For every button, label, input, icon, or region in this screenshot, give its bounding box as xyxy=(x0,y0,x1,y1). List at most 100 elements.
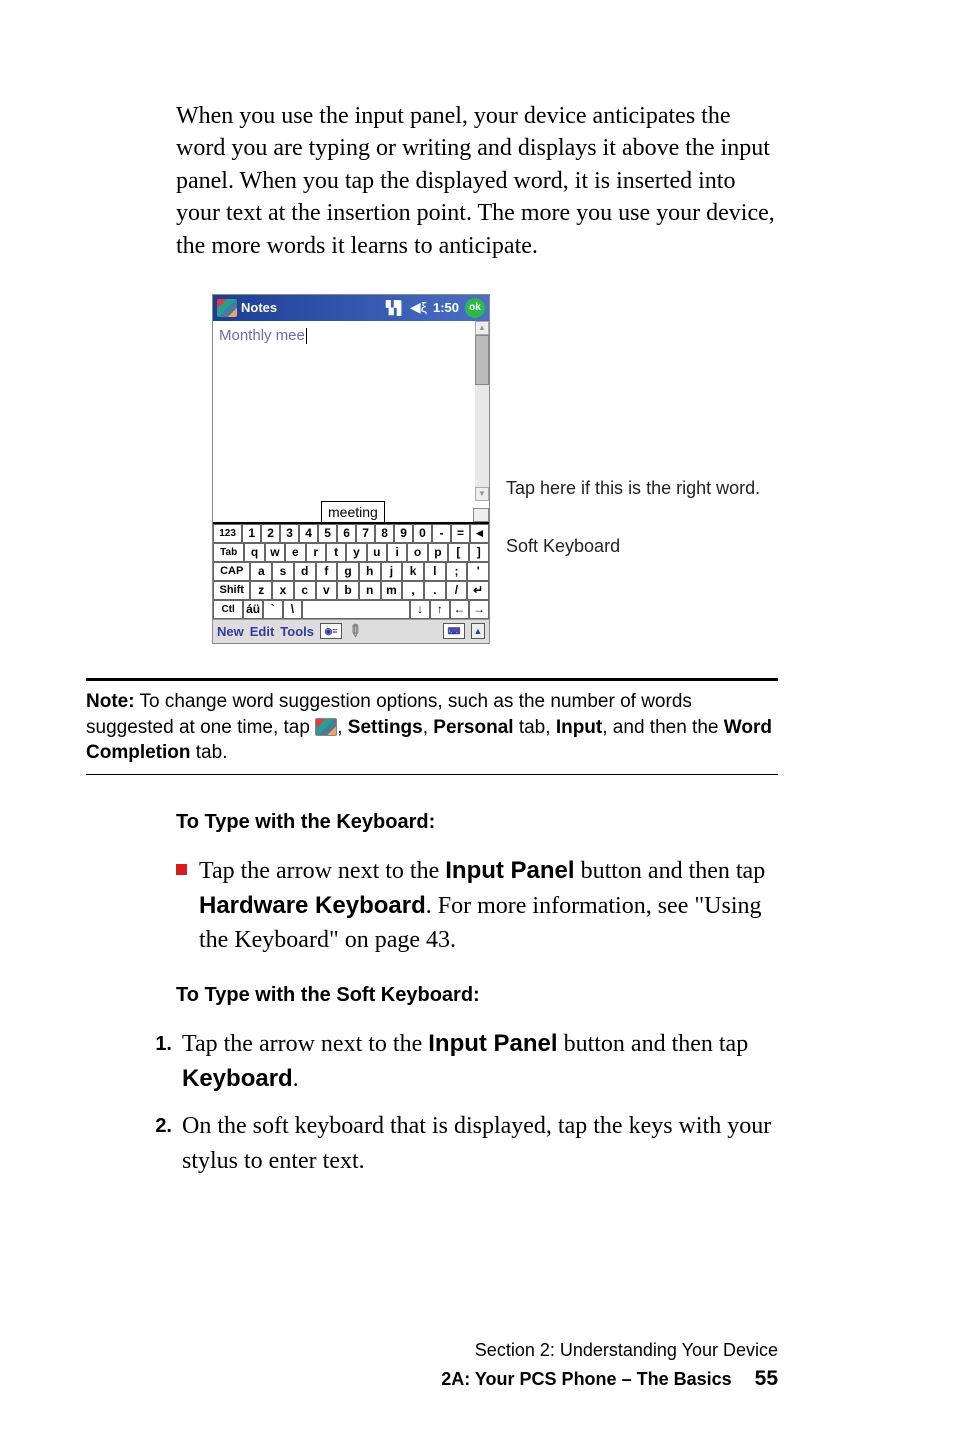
kb-d[interactable]: d xyxy=(294,562,316,581)
kb-eq[interactable]: = xyxy=(451,524,470,543)
bullet-item: Tap the arrow next to the Input Panel bu… xyxy=(176,854,778,958)
menu-new[interactable]: New xyxy=(217,624,244,639)
kb-cap[interactable]: CAP xyxy=(213,562,250,581)
scroll-thumb[interactable] xyxy=(475,335,489,385)
recording-icon[interactable]: ◉≡ xyxy=(320,623,342,639)
kb-123[interactable]: 123 xyxy=(213,524,242,543)
menu-tools[interactable]: Tools xyxy=(280,624,314,639)
kb-down[interactable]: ↓ xyxy=(410,600,430,619)
speaker-icon: ◀ξ xyxy=(410,299,427,316)
kb-l[interactable]: l xyxy=(424,562,446,581)
scroll-down-icon[interactable]: ▼ xyxy=(475,487,489,501)
note-block: Note: To change word suggestion options,… xyxy=(86,668,778,785)
title-bar: Notes ▝▞▌ ◀ξ 1:50 ok xyxy=(213,295,489,321)
step-2: 2. On the soft keyboard that is displaye… xyxy=(152,1109,778,1179)
kb-dash[interactable]: - xyxy=(432,524,451,543)
kb-accent[interactable]: áü xyxy=(243,600,263,619)
kb-y[interactable]: y xyxy=(346,543,366,562)
kb-g[interactable]: g xyxy=(337,562,359,581)
kb-backspace[interactable]: ◄ xyxy=(470,524,489,543)
kb-semi[interactable]: ; xyxy=(446,562,468,581)
soft-keyboard[interactable]: 123 1 2 3 4 5 6 7 8 9 0 - = ◄ Tab xyxy=(213,523,489,619)
kb-u[interactable]: u xyxy=(367,543,387,562)
kb-a[interactable]: a xyxy=(250,562,272,581)
footer-subsection: 2A: Your PCS Phone – The Basics xyxy=(441,1369,731,1389)
kb-6[interactable]: 6 xyxy=(337,524,356,543)
kb-space[interactable] xyxy=(302,600,410,619)
kb-x[interactable]: x xyxy=(272,581,294,600)
kb-v[interactable]: v xyxy=(316,581,338,600)
callout-soft-keyboard: Soft Keyboard xyxy=(506,534,620,558)
kb-w[interactable]: w xyxy=(265,543,285,562)
ok-button[interactable]: ok xyxy=(465,298,485,318)
suggestion-handle[interactable] xyxy=(473,508,489,522)
menu-edit[interactable]: Edit xyxy=(250,624,275,639)
kb-lbracket[interactable]: [ xyxy=(448,543,468,562)
start-flag-icon[interactable] xyxy=(217,299,237,317)
kb-5[interactable]: 5 xyxy=(318,524,337,543)
kb-backtick[interactable]: ` xyxy=(263,600,283,619)
kb-9[interactable]: 9 xyxy=(394,524,413,543)
kb-4[interactable]: 4 xyxy=(299,524,318,543)
signal-icon: ▝▞▌ xyxy=(381,300,404,316)
kb-h[interactable]: h xyxy=(359,562,381,581)
kb-e[interactable]: e xyxy=(285,543,305,562)
kb-shift[interactable]: Shift xyxy=(213,581,250,600)
kb-o[interactable]: o xyxy=(407,543,427,562)
kb-period[interactable]: . xyxy=(424,581,446,600)
note-settings: Settings xyxy=(348,717,423,738)
pen-icon[interactable]: ✎ xyxy=(343,620,367,644)
kb-1[interactable]: 1 xyxy=(242,524,261,543)
kb-right[interactable]: → xyxy=(469,600,489,619)
label-input-panel: Input Panel xyxy=(445,857,574,884)
heading-keyboard: To Type with the Keyboard: xyxy=(176,811,778,834)
kb-slash[interactable]: / xyxy=(446,581,468,600)
kb-b[interactable]: b xyxy=(337,581,359,600)
kb-quote[interactable]: ' xyxy=(467,562,489,581)
kb-comma[interactable]: , xyxy=(402,581,424,600)
start-flag-inline-icon xyxy=(315,718,337,736)
step-1: 1. Tap the arrow next to the Input Panel… xyxy=(152,1027,778,1097)
kb-8[interactable]: 8 xyxy=(375,524,394,543)
typed-text: Monthly mee xyxy=(219,327,305,344)
kb-7[interactable]: 7 xyxy=(356,524,375,543)
kb-r[interactable]: r xyxy=(306,543,326,562)
input-panel-icon[interactable]: ⌨ xyxy=(443,623,465,639)
kb-n[interactable]: n xyxy=(359,581,381,600)
note-divider-bottom xyxy=(86,774,778,775)
input-panel-arrow[interactable]: ▲ xyxy=(471,623,485,639)
step-2-number: 2. xyxy=(152,1109,172,1179)
kb-z[interactable]: z xyxy=(250,581,272,600)
kb-rbracket[interactable]: ] xyxy=(469,543,489,562)
scroll-up-icon[interactable]: ▲ xyxy=(475,321,489,335)
heading-soft-keyboard: To Type with the Soft Keyboard: xyxy=(176,984,778,1007)
scrollbar[interactable]: ▲ ▼ xyxy=(475,321,489,501)
note-area[interactable]: Monthly mee ▲ ▼ xyxy=(213,321,489,501)
label-hardware-keyboard: Hardware Keyboard xyxy=(199,892,426,919)
kb-tab[interactable]: Tab xyxy=(213,543,244,562)
kb-3[interactable]: 3 xyxy=(280,524,299,543)
kb-up[interactable]: ↑ xyxy=(430,600,450,619)
kb-f[interactable]: f xyxy=(316,562,338,581)
kb-enter[interactable]: ↵ xyxy=(467,581,489,600)
kb-k[interactable]: k xyxy=(402,562,424,581)
kb-m[interactable]: m xyxy=(381,581,403,600)
kb-left[interactable]: ← xyxy=(450,600,470,619)
kb-backslash[interactable]: \ xyxy=(283,600,303,619)
callouts: Tap here if this is the right word. Soft… xyxy=(506,294,760,577)
kb-q[interactable]: q xyxy=(244,543,264,562)
kb-p[interactable]: p xyxy=(428,543,448,562)
kb-2[interactable]: 2 xyxy=(261,524,280,543)
kb-t[interactable]: t xyxy=(326,543,346,562)
word-suggestion[interactable]: meeting xyxy=(321,501,385,522)
kb-s[interactable]: s xyxy=(272,562,294,581)
footer-section: Section 2: Understanding Your Device xyxy=(176,1338,778,1363)
kb-0[interactable]: 0 xyxy=(413,524,432,543)
step-1-number: 1. xyxy=(152,1027,172,1097)
kb-ctl[interactable]: Ctl xyxy=(213,600,243,619)
kb-c[interactable]: c xyxy=(294,581,316,600)
kb-i[interactable]: i xyxy=(387,543,407,562)
app-title: Notes xyxy=(241,300,277,315)
kb-j[interactable]: j xyxy=(381,562,403,581)
note-personal: Personal xyxy=(433,717,513,738)
